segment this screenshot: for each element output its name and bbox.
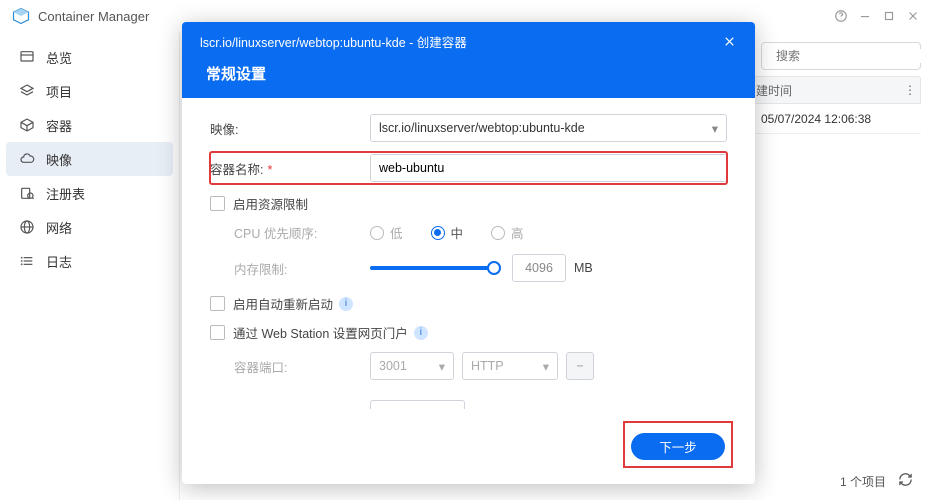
cpu-radio-mid[interactable]: 中: [431, 223, 464, 242]
info-icon[interactable]: i: [339, 297, 353, 311]
memory-slider[interactable]: [370, 266, 500, 270]
cpu-radio-low[interactable]: 低: [370, 223, 403, 242]
auto-restart-checkbox[interactable]: [210, 296, 225, 311]
add-port-button[interactable]: ＋ 添加端口: [370, 400, 465, 409]
remove-port-button[interactable]: −: [566, 352, 594, 380]
resource-limit-checkbox[interactable]: [210, 196, 225, 211]
image-select-value: lscr.io/linuxserver/webtop:ubuntu-kde: [379, 121, 585, 135]
chevron-down-icon: ▾: [439, 359, 445, 374]
modal-close-button[interactable]: [721, 34, 737, 50]
modal-header: lscr.io/linuxserver/webtop:ubuntu-kde - …: [182, 22, 755, 98]
chevron-down-icon: ▾: [712, 121, 718, 136]
memory-unit: MB: [574, 261, 593, 275]
container-name-input[interactable]: [370, 154, 727, 182]
cpu-priority-group: 低 中 高: [370, 223, 524, 242]
protocol-select[interactable]: HTTP▾: [462, 352, 558, 380]
container-port-label: 容器端口:: [234, 357, 370, 376]
chevron-down-icon: ▾: [543, 359, 549, 374]
memory-input[interactable]: 4096: [512, 254, 566, 282]
next-button[interactable]: 下一步: [631, 433, 725, 460]
port-select[interactable]: 3001▾: [370, 352, 454, 380]
webstation-label: 通过 Web Station 设置网页门户: [233, 323, 408, 342]
cpu-priority-label: CPU 优先顺序:: [234, 223, 370, 242]
memory-limit-label: 内存限制:: [234, 259, 370, 278]
container-name-label: 容器名称:*: [210, 159, 370, 178]
image-label: 映像:: [210, 119, 370, 138]
webstation-checkbox[interactable]: [210, 325, 225, 340]
create-container-modal: lscr.io/linuxserver/webtop:ubuntu-kde - …: [182, 22, 755, 484]
cpu-radio-high[interactable]: 高: [491, 223, 524, 242]
modal-subtitle: 常规设置: [206, 63, 737, 84]
auto-restart-label: 启用自动重新启动: [233, 294, 333, 313]
image-select[interactable]: lscr.io/linuxserver/webtop:ubuntu-kde ▾: [370, 114, 727, 142]
resource-limit-label: 启用资源限制: [233, 194, 308, 213]
info-icon[interactable]: i: [414, 326, 428, 340]
modal-title: lscr.io/linuxserver/webtop:ubuntu-kde - …: [200, 32, 467, 51]
